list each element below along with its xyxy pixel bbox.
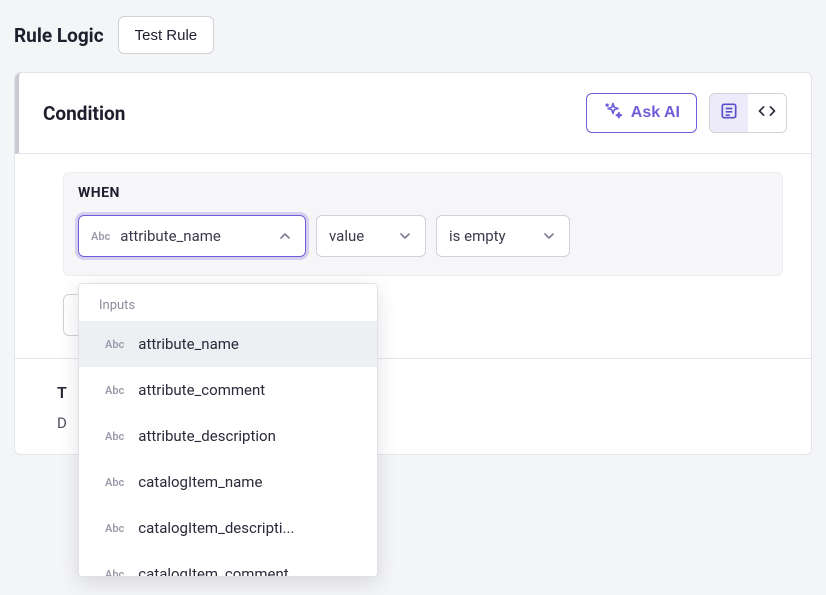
type-badge: Abc [105,338,124,351]
page-title: Rule Logic [14,24,104,47]
when-block: WHEN Abc attribute_name value [63,172,783,276]
test-rule-button[interactable]: Test Rule [118,16,215,54]
view-toggle [709,93,787,133]
condition-card: Condition Ask AI [14,72,812,455]
attribute-select[interactable]: Abc attribute_name [78,215,306,257]
when-label: WHEN [78,185,768,201]
dropdown-scroll[interactable]: Inputs Abc attribute_name Abc attribute_com… [79,284,377,576]
code-view-button[interactable] [748,94,786,132]
property-select[interactable]: value [316,215,426,257]
code-view-icon [757,101,777,125]
condition-title: Condition [43,102,125,125]
property-select-value: value [329,227,387,245]
dropdown-item-label: catalogItem_name [138,473,262,491]
form-view-icon [719,101,739,125]
dropdown-item[interactable]: Abc catalogItem_name [79,459,377,505]
dropdown-item[interactable]: Abc attribute_name [79,321,377,367]
dropdown-item[interactable]: Abc catalogItem_descripti... [79,505,377,551]
type-badge: Abc [105,476,124,489]
dropdown-item-label: attribute_name [138,335,239,353]
sparkle-icon [603,101,623,126]
dropdown-item-label: attribute_comment [138,381,265,399]
dropdown-item[interactable]: Abc attribute_description [79,413,377,459]
chevron-down-icon [397,228,413,244]
type-badge: Abc [105,568,124,577]
operator-select[interactable]: is empty [436,215,570,257]
type-badge: Abc [105,430,124,443]
type-badge: Abc [91,230,110,243]
form-view-button[interactable] [710,94,748,132]
dropdown-item[interactable]: Abc catalogItem_comment [79,551,377,576]
attribute-select-value: attribute_name [120,227,267,245]
operator-select-value: is empty [449,227,531,245]
chevron-up-icon [277,228,293,244]
ask-ai-label: Ask AI [631,104,680,122]
type-badge: Abc [105,384,124,397]
attribute-dropdown: Inputs Abc attribute_name Abc attribute_com… [78,283,378,577]
chevron-down-icon [541,228,557,244]
dropdown-item-label: attribute_description [138,427,276,445]
dropdown-item[interactable]: Abc attribute_comment [79,367,377,413]
dropdown-item-label: catalogItem_comment [138,565,288,576]
type-badge: Abc [105,522,124,535]
dropdown-item-label: catalogItem_descripti... [138,519,294,537]
dropdown-section-label: Inputs [79,284,377,321]
ask-ai-button[interactable]: Ask AI [586,93,697,133]
